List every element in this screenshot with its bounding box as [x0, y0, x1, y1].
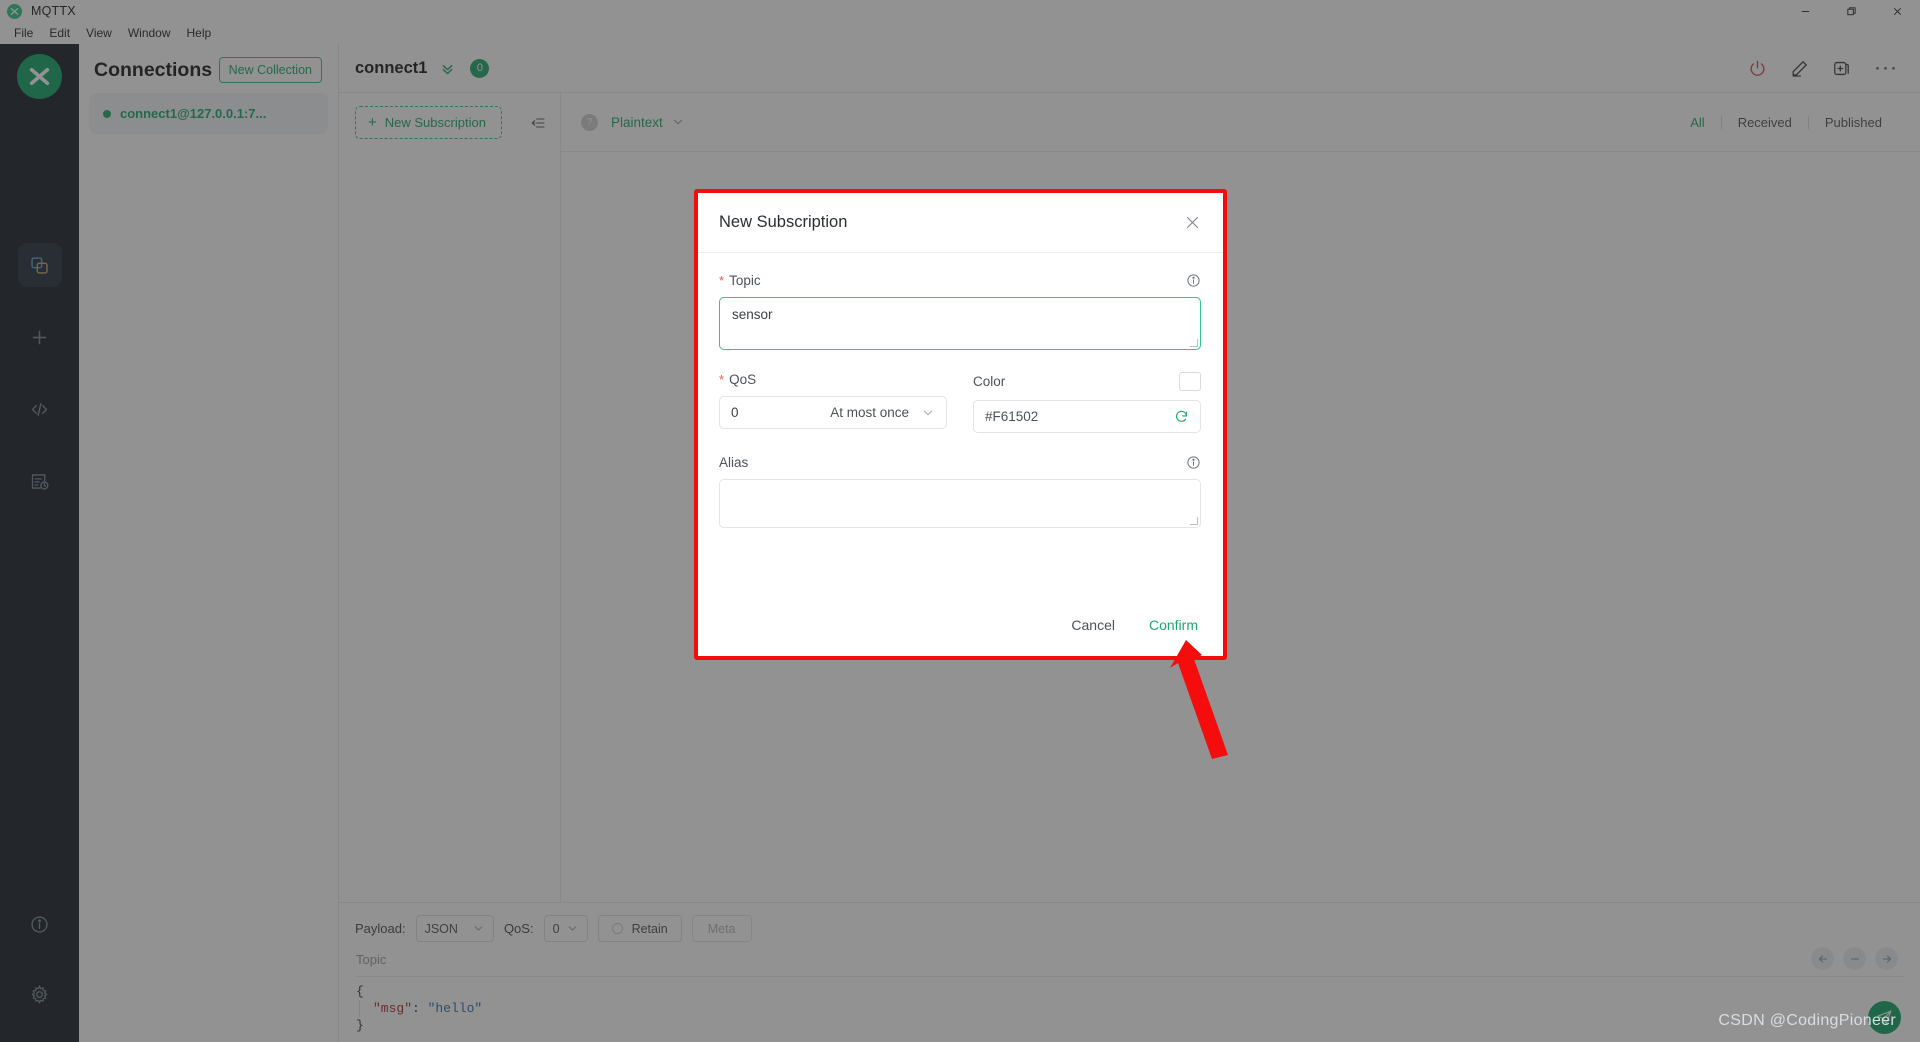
resize-handle-icon[interactable]: [1190, 517, 1198, 525]
color-field: Color #F61502: [973, 372, 1201, 433]
color-label: Color: [973, 374, 1006, 389]
close-icon[interactable]: [1184, 214, 1201, 231]
alias-label: Alias: [719, 455, 749, 470]
dialog-body: * Topic sensor * QoS 0 At most once Colo…: [698, 253, 1223, 528]
color-label-row: Color: [973, 372, 1201, 391]
required-marker: *: [719, 272, 725, 288]
chevron-down-icon: [921, 406, 935, 420]
color-swatch-icon[interactable]: [1179, 372, 1201, 391]
qos-value: 0: [731, 405, 739, 420]
red-arrow-icon: [1150, 635, 1250, 765]
color-input[interactable]: #F61502: [973, 400, 1201, 433]
dialog-footer: Cancel Confirm: [698, 594, 1223, 656]
dialog-header: New Subscription: [698, 193, 1223, 253]
resize-handle-icon[interactable]: [1190, 339, 1198, 347]
qos-description: At most once: [830, 405, 909, 420]
alias-input[interactable]: [719, 479, 1201, 528]
qos-label: QoS: [729, 372, 757, 387]
topic-value: sensor: [732, 307, 773, 322]
dialog-title: New Subscription: [719, 213, 848, 231]
refresh-icon[interactable]: [1174, 409, 1189, 424]
info-circle-icon[interactable]: [1186, 455, 1201, 470]
info-circle-icon[interactable]: [1186, 273, 1201, 288]
topic-input[interactable]: sensor: [719, 297, 1201, 350]
cancel-button[interactable]: Cancel: [1071, 617, 1115, 633]
qos-label-row: * QoS: [719, 372, 947, 387]
qos-color-row: * QoS 0 At most once Color #F61502: [719, 372, 1201, 433]
new-subscription-dialog: New Subscription * Topic sensor * QoS 0 …: [694, 189, 1227, 660]
qos-select[interactable]: 0 At most once: [719, 396, 947, 429]
watermark: CSDN @CodingPioneer: [1718, 1012, 1896, 1029]
alias-label-row: Alias: [719, 455, 1201, 470]
mqttx-window: MQTTX File Edit View Window Help: [0, 0, 1920, 1042]
topic-label-row: * Topic: [719, 273, 1201, 288]
color-value: #F61502: [985, 409, 1039, 424]
required-marker: *: [719, 371, 725, 387]
qos-field: * QoS 0 At most once: [719, 372, 947, 433]
confirm-button[interactable]: Confirm: [1149, 617, 1198, 633]
topic-label: Topic: [729, 273, 761, 288]
